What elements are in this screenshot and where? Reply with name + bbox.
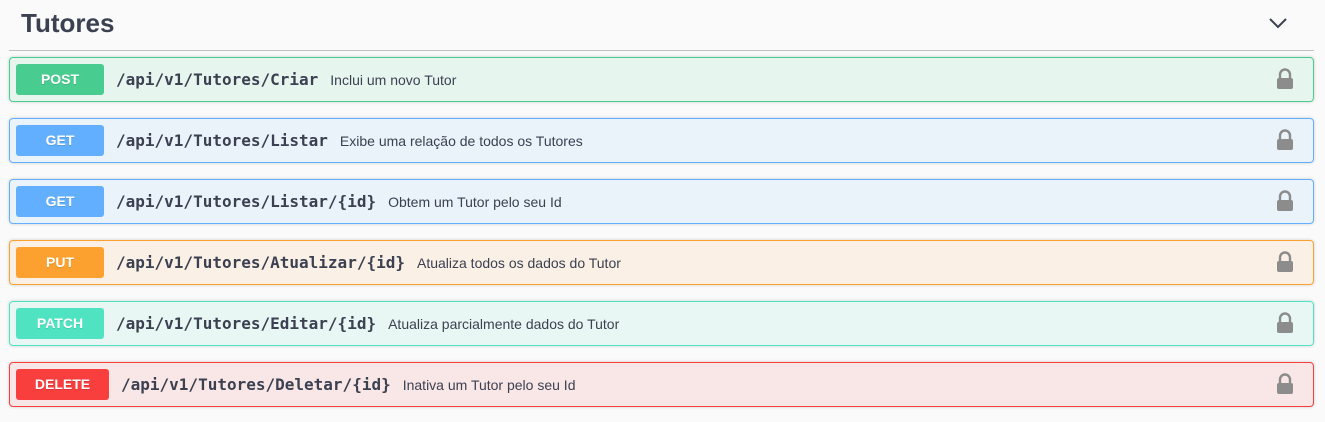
operation-summary: Exibe uma relação de todos os Tutores [339,133,583,149]
operation-path: /api/v1/Tutores/Criar Inclui um novo Tuto… [116,70,456,90]
path-text: /api/v1/Tutores/Listar/{id} [116,192,377,211]
method-badge: POST [16,64,104,95]
chevron-down-icon[interactable] [1266,11,1290,35]
operation-delete-deletar[interactable]: DELETE /api/v1/Tutores/Deletar/{id} Inati… [9,362,1314,407]
method-badge: GET [16,125,104,156]
operation-patch-editar[interactable]: PATCH /api/v1/Tutores/Editar/{id} Atualiz… [9,301,1314,346]
method-badge: PUT [16,247,104,278]
swagger-tag-section: Tutores POST /api/v1/Tutores/Criar Inclui… [0,0,1325,422]
path-text: /api/v1/Tutores/Atualizar/{id} [116,253,405,272]
lock-icon[interactable] [1275,129,1295,151]
lock-icon[interactable] [1275,373,1295,395]
operation-path: /api/v1/Tutores/Editar/{id} Atualiza parc… [116,314,619,334]
lock-icon[interactable] [1275,190,1295,212]
method-badge: DELETE [16,369,109,400]
operation-summary: Inclui um novo Tutor [330,72,457,88]
path-text: /api/v1/Tutores/Deletar/{id} [121,375,391,394]
tag-header[interactable]: Tutores [9,0,1314,51]
lock-icon[interactable] [1275,312,1295,334]
operation-summary: Obtem um Tutor pelo seu Id [388,194,562,210]
operation-path: /api/v1/Tutores/Atualizar/{id} Atualiza t… [116,253,621,273]
operation-get-listar-id[interactable]: GET /api/v1/Tutores/Listar/{id} Obtem um … [9,179,1314,224]
operation-path: /api/v1/Tutores/Listar Exibe uma relação … [116,131,583,151]
operation-summary: Atualiza todos os dados do Tutor [416,255,621,271]
method-badge: PATCH [16,308,104,339]
path-text: /api/v1/Tutores/Criar [116,70,319,89]
lock-icon[interactable] [1275,68,1295,90]
lock-icon[interactable] [1275,251,1295,273]
method-badge: GET [16,186,104,217]
operation-path: /api/v1/Tutores/Listar/{id} Obtem um Tuto… [116,192,562,212]
section-title: Tutores [21,8,115,38]
path-text: /api/v1/Tutores/Editar/{id} [116,314,377,333]
operation-post-criar[interactable]: POST /api/v1/Tutores/Criar Inclui um novo… [9,57,1314,102]
operation-path: /api/v1/Tutores/Deletar/{id} Inativa um T… [121,375,575,395]
operation-get-listar[interactable]: GET /api/v1/Tutores/Listar Exibe uma rela… [9,118,1314,163]
path-text: /api/v1/Tutores/Listar [116,131,328,150]
operation-put-atualizar[interactable]: PUT /api/v1/Tutores/Atualizar/{id} Atuali… [9,240,1314,285]
operation-summary: Atualiza parcialmente dados do Tutor [388,316,620,332]
operation-summary: Inativa um Tutor pelo seu Id [402,377,576,393]
